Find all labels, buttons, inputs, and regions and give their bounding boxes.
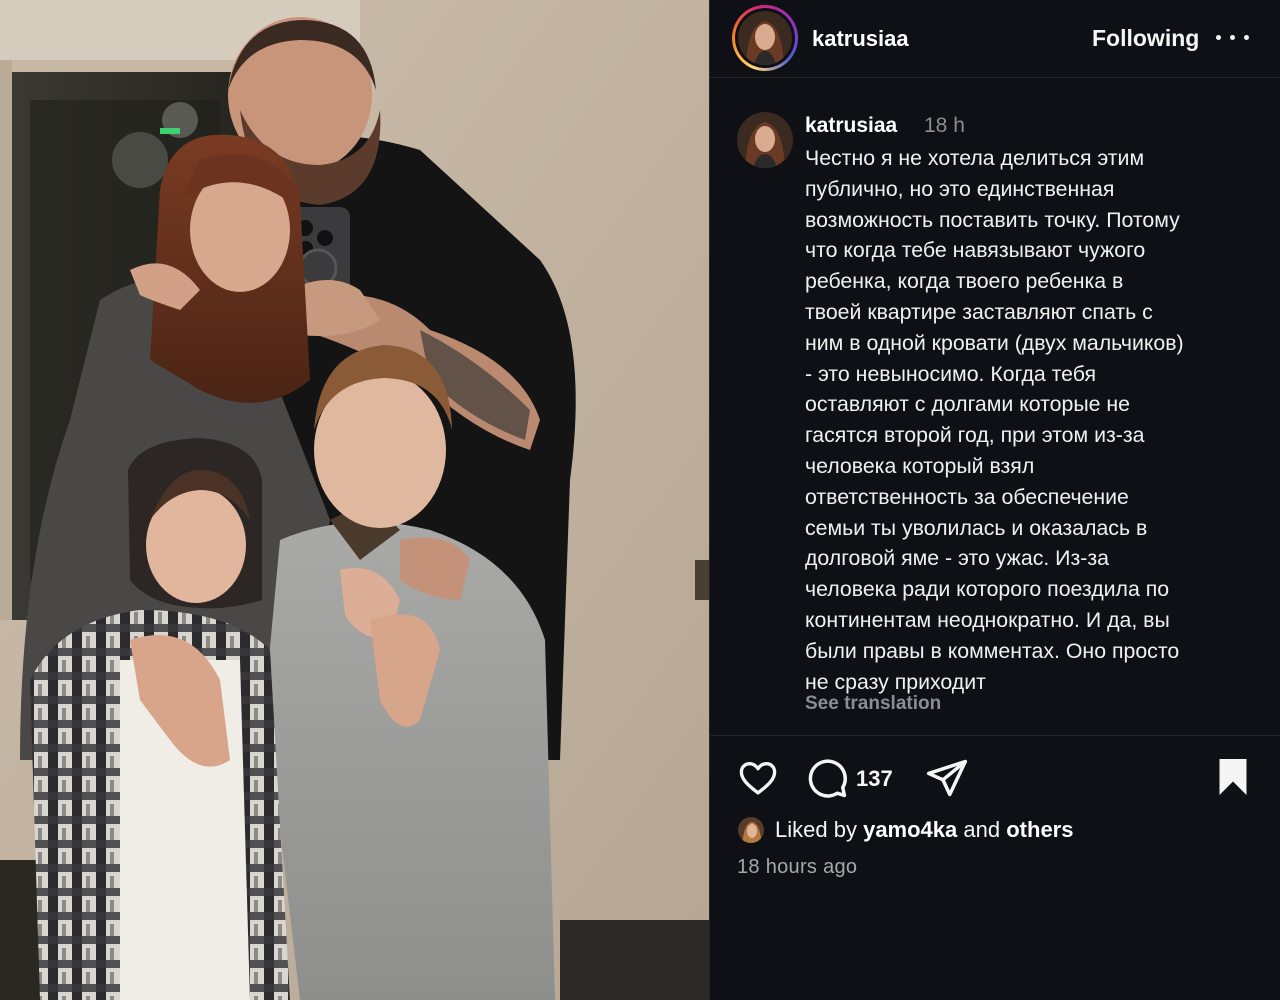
liked-by-conjunction: and	[963, 817, 1001, 842]
caption-avatar[interactable]	[737, 112, 793, 168]
liked-by-row[interactable]: Liked by yamo4ka and others	[737, 815, 1073, 845]
header-username-link[interactable]: katrusiaa	[812, 26, 909, 52]
more-horizontal-icon[interactable]	[1216, 25, 1250, 49]
others-link[interactable]: others	[1006, 817, 1073, 843]
see-translation-link[interactable]: See translation	[805, 693, 941, 715]
caption-text: Честно я не хотела делиться этим публичн…	[805, 146, 1184, 694]
caption-username-link[interactable]: katrusiaa	[805, 114, 897, 138]
liker-avatar-image	[738, 817, 764, 843]
liker-username-link[interactable]: yamo4ka	[863, 817, 957, 843]
liked-by-label: Liked by	[775, 817, 857, 842]
comment-count: 137	[856, 766, 893, 791]
post-photo[interactable]	[0, 0, 709, 1000]
caption-timestamp[interactable]: 18 h	[924, 114, 965, 138]
avatar[interactable]	[738, 11, 792, 65]
heart-icon[interactable]	[737, 755, 779, 801]
more-dot	[1230, 35, 1235, 40]
liker-avatar[interactable]	[737, 816, 765, 844]
post-header: katrusiaa Following	[710, 0, 1280, 78]
more-dot	[1244, 35, 1249, 40]
following-button[interactable]: Following	[1092, 25, 1199, 52]
post-side-panel: katrusiaa Following katrusiaa 18 h Честн…	[709, 0, 1280, 1000]
family-selfie-image	[0, 0, 709, 1000]
share-icon[interactable]	[925, 755, 969, 801]
more-dot	[1216, 35, 1221, 40]
comment-icon[interactable]	[805, 755, 849, 801]
bookmark-icon[interactable]	[1215, 757, 1251, 797]
caption-avatar-image	[737, 112, 793, 168]
instagram-post: katrusiaa Following katrusiaa 18 h Честн…	[0, 0, 1280, 1000]
avatar-image	[738, 11, 792, 65]
profile-avatar-story-ring[interactable]	[732, 5, 798, 71]
action-bar: 137	[710, 755, 1280, 805]
divider	[710, 735, 1280, 736]
post-timestamp[interactable]: 18 hours ago	[737, 856, 857, 879]
